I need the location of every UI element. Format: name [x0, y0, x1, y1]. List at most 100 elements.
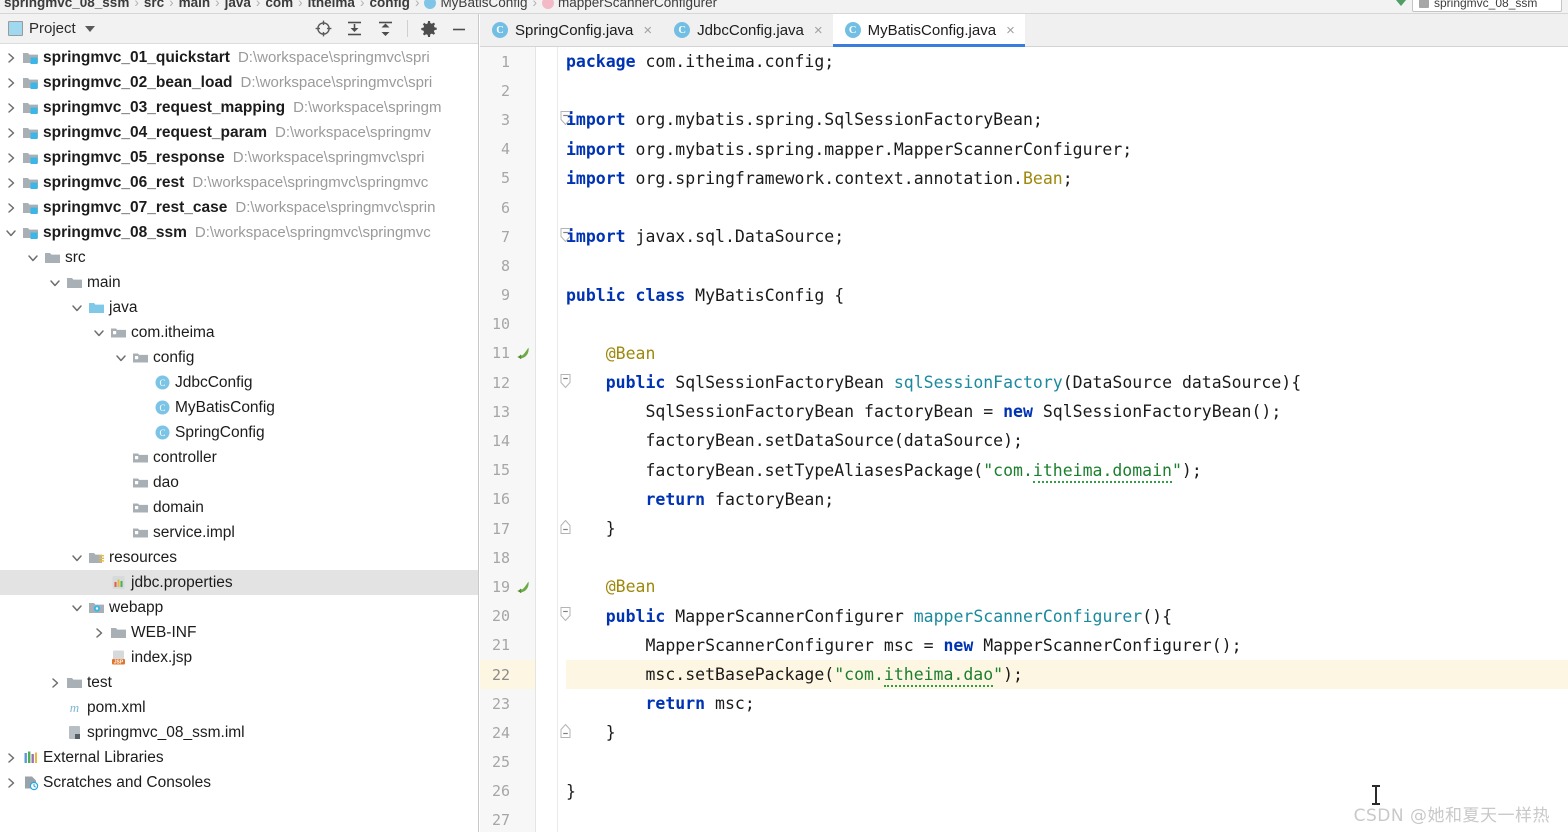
close-icon[interactable]: ×: [643, 23, 652, 38]
chevron-right-icon[interactable]: [2, 126, 20, 140]
tree-node[interactable]: springmvc_02_bean_load D:\workspace\sprin…: [0, 70, 478, 95]
editor-tab-bar[interactable]: C SpringConfig.java × C JdbcConfig.java × C MyB…: [480, 14, 1568, 47]
code-line[interactable]: [566, 76, 1568, 105]
tree-node[interactable]: webapp: [0, 595, 478, 620]
chevron-right-icon[interactable]: [2, 776, 20, 790]
line-number-gutter[interactable]: 1 2 3 4 5 6 7 8 9 10 11 12 13 14 15 16 17 18 19 20 21 22 23 24 2…: [480, 47, 578, 832]
close-icon[interactable]: ×: [1006, 23, 1015, 38]
code-line[interactable]: MapperScannerConfigurer msc = new Mapper…: [566, 631, 1568, 660]
chevron-down-icon[interactable]: [84, 25, 95, 32]
chevron-down-icon[interactable]: [68, 301, 86, 315]
spring-bean-gutter-icon[interactable]: [514, 345, 531, 362]
code-line[interactable]: factoryBean.setTypeAliasesPackage("com.i…: [566, 456, 1568, 485]
code-line[interactable]: public MapperScannerConfigurer mapperSca…: [566, 602, 1568, 631]
code-line[interactable]: [566, 748, 1568, 777]
tree-node[interactable]: springmvc_03_request_mapping D:\workspace…: [0, 95, 478, 120]
tree-node[interactable]: service.impl: [0, 520, 478, 545]
chevron-down-icon[interactable]: [68, 551, 86, 565]
breadcrumb-item-java[interactable]: java: [225, 0, 251, 10]
code-line[interactable]: public SqlSessionFactoryBean sqlSessionF…: [566, 368, 1568, 397]
tree-node[interactable]: WEB-INF: [0, 620, 478, 645]
tree-node[interactable]: JSP index.jsp: [0, 645, 478, 670]
chevron-down-icon[interactable]: [68, 601, 86, 615]
chevron-down-icon[interactable]: [24, 251, 42, 265]
code-line[interactable]: SqlSessionFactoryBean factoryBean = new …: [566, 397, 1568, 426]
tree-node[interactable]: com.itheima: [0, 320, 478, 345]
expand-all-icon[interactable]: [345, 19, 364, 38]
chevron-down-icon[interactable]: [112, 351, 130, 365]
breadcrumb[interactable]: springmvc_08_ssm › src › main › java › com › ithei…: [4, 0, 717, 10]
chevron-right-icon[interactable]: [2, 151, 20, 165]
tree-node[interactable]: test: [0, 670, 478, 695]
editor-tab-springconfig-java[interactable]: C SpringConfig.java ×: [480, 14, 663, 46]
code-line[interactable]: }: [566, 718, 1568, 747]
minimize-icon[interactable]: [450, 20, 468, 38]
code-line[interactable]: msc.setBasePackage("com.itheima.dao");: [566, 659, 1568, 690]
project-panel-title[interactable]: Project: [8, 20, 95, 37]
chevron-down-icon[interactable]: [90, 326, 108, 340]
tree-node[interactable]: Scratches and Consoles: [0, 770, 478, 795]
code-line[interactable]: import org.mybatis.spring.SqlSessionFact…: [566, 105, 1568, 134]
tree-node[interactable]: springmvc_06_rest D:\workspace\springmvc\…: [0, 170, 478, 195]
editor-tab-mybatisconfig-java[interactable]: C MyBatisConfig.java ×: [832, 14, 1025, 47]
tree-node[interactable]: resources: [0, 545, 478, 570]
tree-node[interactable]: m pom.xml: [0, 695, 478, 720]
breadcrumb-item-com[interactable]: com: [265, 0, 293, 10]
chevron-right-icon[interactable]: [90, 626, 108, 640]
chevron-right-icon[interactable]: [2, 101, 20, 115]
tree-node[interactable]: jdbc.properties: [0, 570, 478, 595]
tree-node[interactable]: springmvc_04_request_param D:\workspace\s…: [0, 120, 478, 145]
code-line[interactable]: import org.springframework.context.annot…: [566, 164, 1568, 193]
breadcrumb-item-main[interactable]: main: [179, 0, 211, 10]
breadcrumb-item-springmvc_08_ssm[interactable]: springmvc_08_ssm: [4, 0, 129, 10]
tree-node[interactable]: src: [0, 245, 478, 270]
tree-node[interactable]: java: [0, 295, 478, 320]
breadcrumb-item-mybatisconfig[interactable]: MyBatisConfig: [424, 0, 527, 10]
code-line[interactable]: [566, 193, 1568, 222]
project-tree[interactable]: springmvc_01_quickstart D:\workspace\spri…: [0, 44, 478, 795]
code-line[interactable]: import org.mybatis.spring.mapper.MapperS…: [566, 135, 1568, 164]
code-line[interactable]: @Bean: [566, 339, 1568, 368]
code-line[interactable]: factoryBean.setDataSource(dataSource);: [566, 426, 1568, 455]
code-line[interactable]: import javax.sql.DataSource;: [566, 222, 1568, 251]
chevron-down-icon[interactable]: [46, 276, 64, 290]
chevron-down-icon[interactable]: [2, 226, 20, 240]
code-line[interactable]: return factoryBean;: [566, 485, 1568, 514]
tree-node[interactable]: springmvc_07_rest_case D:\workspace\sprin…: [0, 195, 478, 220]
tree-node[interactable]: springmvc_08_ssm D:\workspace\springmvc\s…: [0, 220, 478, 245]
code-editor[interactable]: 1 2 3 4 5 6 7 8 9 10 11 12 13 14 15 16 17 18 19 20 21 22 23 24 2…: [480, 47, 1568, 832]
tree-node[interactable]: main: [0, 270, 478, 295]
code-line[interactable]: [566, 310, 1568, 339]
gear-icon[interactable]: [420, 20, 438, 38]
locate-in-tree-icon[interactable]: [314, 19, 333, 38]
code-line[interactable]: }: [566, 514, 1568, 543]
tree-node[interactable]: config: [0, 345, 478, 370]
code-text[interactable]: package com.itheima.config; import org.m…: [558, 47, 1568, 832]
spring-bean-gutter-icon[interactable]: [514, 578, 531, 595]
chevron-right-icon[interactable]: [2, 201, 20, 215]
tree-node[interactable]: C MyBatisConfig: [0, 395, 478, 420]
code-line[interactable]: public class MyBatisConfig {: [566, 281, 1568, 310]
tree-node[interactable]: springmvc_05_response D:\workspace\spring…: [0, 145, 478, 170]
code-line[interactable]: [566, 251, 1568, 280]
chevron-right-icon[interactable]: [46, 676, 64, 690]
tree-node[interactable]: springmvc_08_ssm.iml: [0, 720, 478, 745]
chevron-right-icon[interactable]: [2, 76, 20, 90]
breadcrumb-item-config[interactable]: config: [369, 0, 410, 10]
tree-node[interactable]: External Libraries: [0, 745, 478, 770]
code-line[interactable]: @Bean: [566, 572, 1568, 601]
breadcrumb-item-itheima[interactable]: itheima: [308, 0, 355, 10]
chevron-right-icon[interactable]: [2, 751, 20, 765]
close-icon[interactable]: ×: [814, 23, 823, 38]
chevron-right-icon[interactable]: [2, 176, 20, 190]
breadcrumb-item-mapperscannerconfigurer[interactable]: mapperScannerConfigurer: [541, 0, 717, 10]
tree-node[interactable]: C JdbcConfig: [0, 370, 478, 395]
editor-tab-jdbcconfig-java[interactable]: C JdbcConfig.java ×: [662, 14, 833, 46]
code-line[interactable]: package com.itheima.config;: [566, 47, 1568, 76]
tree-node[interactable]: domain: [0, 495, 478, 520]
run-configuration-selector[interactable]: springmvc_08_ssm: [1412, 0, 1562, 12]
collapse-all-icon[interactable]: [376, 19, 395, 38]
chevron-right-icon[interactable]: [2, 51, 20, 65]
tree-node[interactable]: C SpringConfig: [0, 420, 478, 445]
code-line[interactable]: [566, 543, 1568, 572]
